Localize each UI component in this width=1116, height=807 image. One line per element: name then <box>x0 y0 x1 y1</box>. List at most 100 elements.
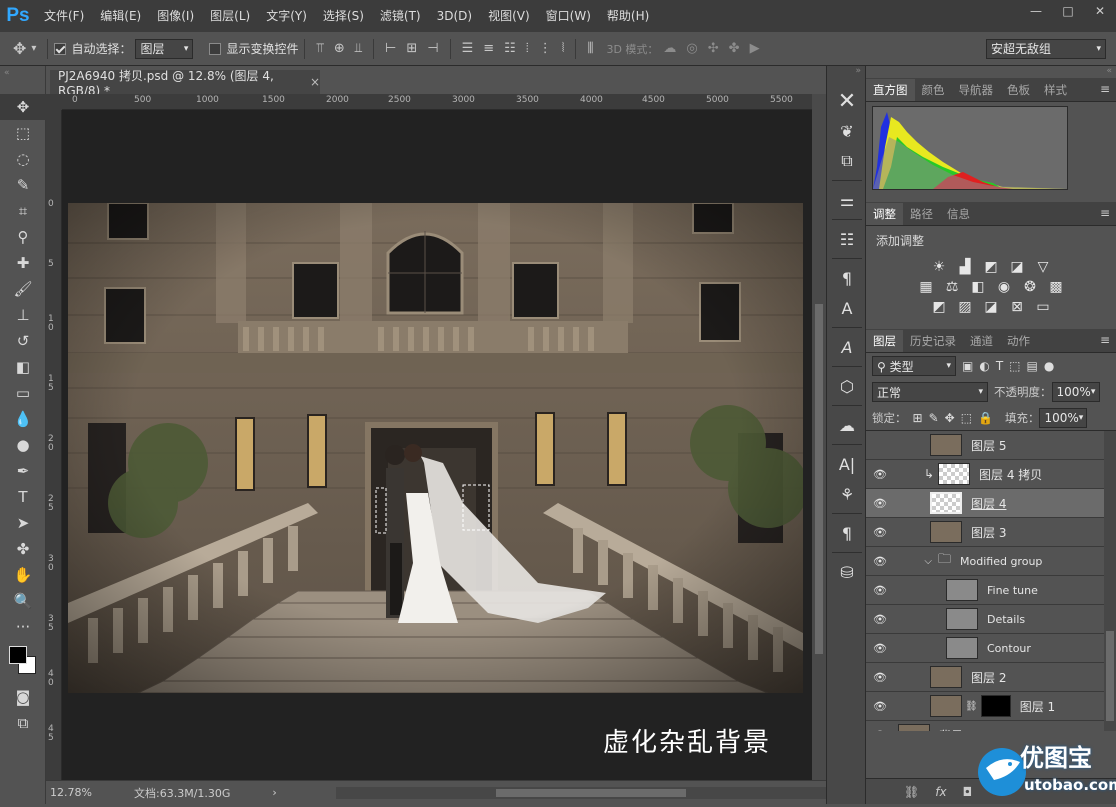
tab-layers[interactable]: 图层 <box>866 330 903 352</box>
hue-saturation-icon[interactable]: ▦ <box>916 279 936 295</box>
blur-tool-icon[interactable]: 💧 <box>0 406 46 432</box>
move-tool-icon[interactable]: ✥ <box>13 39 26 58</box>
tab-actions[interactable]: 动作 <box>1000 330 1037 352</box>
lock-transparency-icon[interactable]: ⊞ <box>913 411 923 425</box>
canvas-horizontal-scrollbar[interactable] <box>336 787 826 799</box>
layer-mask-thumbnail[interactable] <box>980 695 1011 717</box>
tab-info[interactable]: 信息 <box>940 203 977 225</box>
menu-window[interactable]: 窗口(W) <box>538 0 599 32</box>
document-canvas-photo[interactable] <box>68 203 803 693</box>
tab-styles[interactable]: 样式 <box>1037 79 1074 101</box>
layers-scrollbar[interactable] <box>1104 431 1116 731</box>
photo-filter-icon[interactable]: ◉ <box>994 279 1014 295</box>
crop-tool-icon[interactable]: ⌗ <box>0 198 46 224</box>
tools-cross-icon[interactable]: ✕ <box>827 86 867 116</box>
move-tool-icon[interactable]: ✥ <box>0 94 46 120</box>
eye-icon[interactable]: 👁 <box>866 497 894 510</box>
shape-tool-icon[interactable]: ✤ <box>0 536 46 562</box>
lasso-tool-icon[interactable]: ◌ <box>0 146 46 172</box>
hand-tool-icon[interactable]: ✋ <box>0 562 46 588</box>
scrollbar-thumb[interactable] <box>815 304 823 654</box>
blend-mode-dropdown[interactable]: 正常 ▾ <box>872 382 988 402</box>
menu-filter[interactable]: 滤镜(T) <box>372 0 429 32</box>
foreground-color-swatch[interactable] <box>9 646 27 664</box>
menu-image[interactable]: 图像(I) <box>149 0 202 32</box>
threshold-icon[interactable]: ◪ <box>981 299 1001 315</box>
eye-icon[interactable]: 👁 <box>866 700 894 713</box>
layer-row[interactable]: 👁 Details <box>866 605 1104 634</box>
type-tool-icon[interactable]: T <box>0 484 46 510</box>
layer-row[interactable]: 👁 Fine tune <box>866 576 1104 605</box>
layer-row[interactable]: 👁 Contour <box>866 634 1104 663</box>
3d-slide-icon[interactable]: ✤ <box>729 41 740 56</box>
chevron-down-icon[interactable]: ⌵ <box>894 556 938 567</box>
brush-tool-icon[interactable]: 🖌 <box>0 276 46 302</box>
eye-icon[interactable]: 👁 <box>866 468 894 481</box>
close-icon[interactable]: × <box>310 75 320 89</box>
panel-expand-icon[interactable]: » <box>827 66 865 86</box>
align-bottom-icon[interactable]: ⫫ <box>355 41 362 56</box>
menu-view[interactable]: 视图(V) <box>480 0 538 32</box>
workspace-dropdown[interactable]: 安超无敌组 ▾ <box>986 38 1106 59</box>
eye-icon[interactable]: 👁 <box>866 555 894 568</box>
panel-menu-icon[interactable]: ≡ <box>1100 333 1110 347</box>
document-tab[interactable]: PJ2A6940 拷贝.psd @ 12.8% (图层 4, RGB/8) * … <box>50 69 320 98</box>
tab-color[interactable]: 颜色 <box>915 79 952 101</box>
tab-histogram[interactable]: 直方图 <box>866 79 915 101</box>
layer-row[interactable]: 👁 图层 2 <box>866 663 1104 692</box>
lock-all-icon[interactable]: 🔒 <box>978 411 993 425</box>
dodge-tool-icon[interactable]: ● <box>0 432 46 458</box>
eye-icon[interactable]: 👁 <box>866 526 894 539</box>
eye-icon[interactable]: 👁 <box>866 671 894 684</box>
panel-collapse-icon[interactable]: « <box>866 66 1116 78</box>
3d-orbit-icon[interactable]: ☁ <box>663 41 676 56</box>
glyphs-icon[interactable]: A <box>827 332 867 362</box>
3d-icon[interactable]: ⬡ <box>827 371 867 401</box>
path-select-icon[interactable]: ➤ <box>0 510 46 536</box>
exposure-icon[interactable]: ◪ <box>1007 259 1027 275</box>
invert-icon[interactable]: ◩ <box>929 299 949 315</box>
eyedropper-tool-icon[interactable]: ⚲ <box>0 224 46 250</box>
gradient-map-icon[interactable]: ▭ <box>1033 299 1053 315</box>
layer-row-selected[interactable]: 👁 图层 4 <box>866 489 1104 518</box>
layer-row[interactable]: ● 图层 5 <box>866 431 1104 460</box>
tab-history[interactable]: 历史记录 <box>903 330 963 352</box>
black-white-icon[interactable]: ◧ <box>968 279 988 295</box>
layer-row[interactable]: 👁 ⛓ 图层 1 <box>866 692 1104 721</box>
pen-tool-icon[interactable]: ✒ <box>0 458 46 484</box>
channel-mixer-icon[interactable]: ❂ <box>1020 279 1040 295</box>
align-hcenter-icon[interactable]: ⊞ <box>406 41 417 56</box>
filter-pixel-icon[interactable]: ▣ <box>962 359 973 373</box>
scrollbar-thumb[interactable] <box>1106 631 1114 721</box>
filter-adjustment-icon[interactable]: ◐ <box>979 359 989 373</box>
show-transform-checkbox[interactable] <box>209 42 222 55</box>
eye-icon[interactable]: 👁 <box>866 642 894 655</box>
more-tools-icon[interactable]: ··· <box>0 614 46 640</box>
lock-position-icon[interactable]: ✥ <box>945 411 955 425</box>
tab-navigator[interactable]: 导航器 <box>952 79 1001 101</box>
eye-icon[interactable]: 👁 <box>866 613 894 626</box>
3d-pan-icon[interactable]: ✣ <box>708 41 719 56</box>
filter-smart-icon[interactable]: ▤ <box>1027 359 1038 373</box>
selective-color-icon[interactable]: ⊠ <box>1007 299 1027 315</box>
opacity-field[interactable]: 100% ▾ <box>1051 382 1100 402</box>
horizontal-ruler[interactable]: 0 500 1000 1500 2000 2500 3000 3500 4000… <box>62 94 812 110</box>
history-brush-icon[interactable]: ↺ <box>0 328 46 354</box>
screen-mode-icon[interactable]: ⧉ <box>0 710 46 736</box>
chain-link-icon[interactable]: ⛓ <box>965 701 978 712</box>
zoom-tool-icon[interactable]: 🔍 <box>0 588 46 614</box>
zoom-level[interactable]: 12.78% <box>50 786 130 799</box>
clone-stamp-icon[interactable]: ⊥ <box>0 302 46 328</box>
menu-3d[interactable]: 3D(D) <box>429 0 480 32</box>
maximize-button[interactable]: □ <box>1052 0 1084 22</box>
color-lookup-icon[interactable]: ▩ <box>1046 279 1066 295</box>
status-menu-arrow[interactable]: › <box>272 786 276 799</box>
layer-row[interactable]: 👁 图层 3 <box>866 518 1104 547</box>
auto-select-checkbox[interactable] <box>54 42 67 55</box>
vertical-ruler[interactable]: 0 5 1 0 1 5 2 0 2 5 3 0 3 5 4 0 4 5 <box>46 110 62 780</box>
properties-icon[interactable]: ⚌ <box>827 185 867 215</box>
tool-preset-chevron-icon[interactable]: ▾ <box>31 43 36 54</box>
distribute-vcenter-icon[interactable]: ≡ <box>483 41 494 56</box>
gradient-tool-icon[interactable]: ▭ <box>0 380 46 406</box>
tab-adjustments[interactable]: 调整 <box>866 203 903 225</box>
